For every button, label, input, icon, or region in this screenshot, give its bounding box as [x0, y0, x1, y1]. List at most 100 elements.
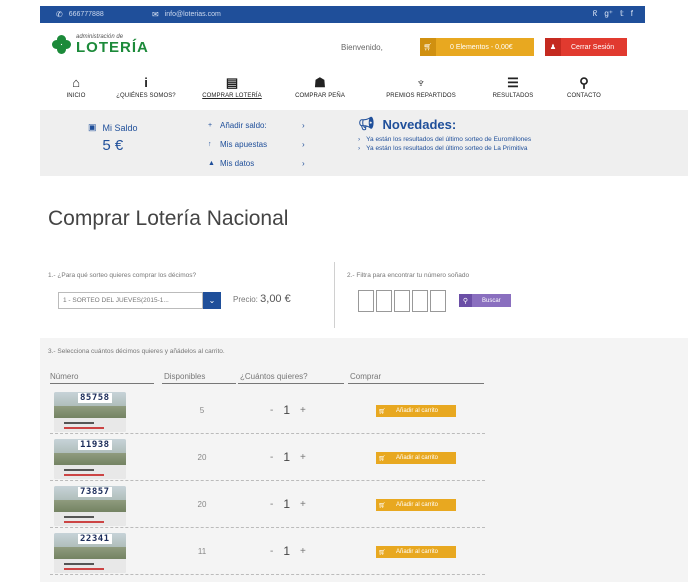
- minus-button[interactable]: -: [270, 405, 273, 416]
- nav-item-quienes-somos[interactable]: i ¿QUIÉNES SOMOS?: [108, 74, 184, 99]
- row-divider: [50, 574, 485, 575]
- digit-input[interactable]: [430, 290, 446, 312]
- list-icon: ☰: [507, 75, 519, 90]
- nav-item-comprar-pena[interactable]: ☗ COMPRAR PEÑA: [286, 74, 354, 99]
- facebook-icon[interactable]: f: [631, 9, 633, 19]
- plus-button[interactable]: +: [300, 546, 306, 557]
- digit-input[interactable]: [376, 290, 392, 312]
- arrow-up-icon: ↑: [208, 141, 212, 148]
- minus-button[interactable]: -: [270, 452, 273, 463]
- ticket-icon: ▤: [225, 75, 239, 90]
- logout-label: Cerrar Sesión: [571, 43, 615, 51]
- number-filter: [358, 290, 446, 312]
- search-label: Buscar: [482, 297, 501, 304]
- email-address: info@loterias.com: [164, 11, 221, 18]
- nav-item-inicio[interactable]: ⌂ INICIO: [58, 74, 94, 99]
- news-item[interactable]: › Ya están los resultados del último sor…: [358, 145, 531, 152]
- menu-item-mis-apuestas[interactable]: ↑ Mis apuestas ›: [208, 135, 305, 154]
- nav-label: COMPRAR LOTERÍA: [202, 93, 262, 99]
- news-item[interactable]: › Ya están los resultados del último sor…: [358, 136, 531, 143]
- add-label: Añadir al carrito: [396, 502, 439, 508]
- quantity-value: 1: [283, 497, 291, 511]
- nav-item-contacto[interactable]: ⚲ CONTACTO: [561, 74, 607, 99]
- search-button[interactable]: ⚲ Buscar: [459, 294, 511, 307]
- trophy-icon: ♆: [416, 75, 426, 90]
- clover-icon: [52, 34, 72, 55]
- header-underline: [238, 383, 344, 384]
- plus-button[interactable]: +: [300, 499, 306, 510]
- cart-button[interactable]: 🛒︎ 0 Elementos - 0,00€: [420, 38, 534, 56]
- chevron-right-icon: ›: [302, 121, 305, 130]
- top-bar: ✆ 666777888 ✉ info@loterias.com ᖇ g⁺ 𝕥 f: [40, 6, 645, 23]
- table-row: 11938 20 - 1 + 🛒︎ Añadir al carrito: [40, 435, 688, 481]
- phone-contact[interactable]: ✆ 666777888: [56, 10, 104, 19]
- nav-item-comprar-loteria[interactable]: ▤ COMPRAR LOTERÍA: [194, 74, 270, 99]
- table-row: 73857 20 - 1 + 🛒︎ Añadir al carrito: [40, 482, 688, 528]
- header-underline: [348, 383, 484, 384]
- price-label: Precio:: [233, 295, 258, 304]
- quantity-value: 1: [283, 544, 291, 558]
- account-band: ▣ Mi Saldo 5 € + Añadir saldo: › ↑ Mis a…: [40, 110, 688, 176]
- plus-button[interactable]: +: [300, 405, 306, 416]
- menu-item-label: Mis apuestas: [220, 140, 268, 149]
- user-icon: ♟: [545, 38, 561, 56]
- cart-icon: 🛒︎: [420, 38, 436, 56]
- chevron-down-icon[interactable]: ⌄: [203, 292, 221, 309]
- chevron-right-icon: ›: [302, 159, 305, 168]
- chevron-right-icon: ›: [358, 136, 361, 143]
- minus-button[interactable]: -: [270, 546, 273, 557]
- add-to-cart-button[interactable]: 🛒︎ Añadir al carrito: [376, 546, 456, 558]
- news-panel: 📢︎ Novedades: › Ya están los resultados …: [358, 116, 531, 152]
- table-row: 22341 11 - 1 + 🛒︎ Añadir al carrito: [40, 529, 688, 575]
- digit-input[interactable]: [358, 290, 374, 312]
- quantity-value: 1: [283, 450, 291, 464]
- quantity-stepper: - 1 +: [270, 450, 306, 464]
- add-to-cart-button[interactable]: 🛒︎ Añadir al carrito: [376, 452, 456, 464]
- rss-icon[interactable]: ᖇ: [593, 9, 598, 19]
- add-label: Añadir al carrito: [396, 455, 439, 461]
- twitter-icon[interactable]: 𝕥: [620, 9, 624, 19]
- menu-item-mis-datos[interactable]: ▲ Mis datos ›: [208, 154, 305, 173]
- phone-number: 666777888: [68, 11, 104, 18]
- price-value: 3,00 €: [260, 293, 291, 305]
- google-plus-icon[interactable]: g⁺: [604, 9, 613, 19]
- menu-item-anadir-saldo[interactable]: + Añadir saldo: ›: [208, 116, 305, 135]
- row-divider: [50, 527, 485, 528]
- minus-button[interactable]: -: [270, 499, 273, 510]
- chevron-right-icon: ›: [302, 140, 305, 149]
- draw-select[interactable]: 1 - SORTEO DEL JUEVES(2015-1...: [58, 292, 203, 309]
- email-contact[interactable]: ✉ info@loterias.com: [152, 10, 221, 19]
- info-icon: i: [144, 75, 148, 90]
- nav-label: PREMIOS REPARTIDOS: [386, 93, 456, 99]
- news-text: Ya están los resultados del último sorte…: [366, 136, 532, 143]
- add-to-cart-button[interactable]: 🛒︎ Añadir al carrito: [376, 405, 456, 417]
- add-label: Añadir al carrito: [396, 408, 439, 414]
- quantity-stepper: - 1 +: [270, 544, 306, 558]
- logout-button[interactable]: ♟ Cerrar Sesión: [545, 38, 627, 56]
- digit-input[interactable]: [412, 290, 428, 312]
- ticket-number: 73857: [78, 487, 112, 497]
- ticket-number: 85758: [78, 393, 112, 403]
- add-to-cart-button[interactable]: 🛒︎ Añadir al carrito: [376, 499, 456, 511]
- plus-button[interactable]: +: [300, 452, 306, 463]
- nav-item-resultados[interactable]: ☰ RESULTADOS: [487, 74, 539, 99]
- balance-label: Mi Saldo: [102, 122, 138, 133]
- user-icon: ▲: [208, 160, 215, 167]
- available-count: 11: [197, 547, 207, 556]
- cart-icon: 🛒︎: [378, 549, 386, 556]
- nav-label: COMPRAR PEÑA: [295, 93, 345, 99]
- available-count: 5: [199, 406, 205, 415]
- nav-item-premios[interactable]: ♆ PREMIOS REPARTIDOS: [378, 74, 464, 99]
- quantity-value: 1: [283, 403, 291, 417]
- row-divider: [50, 433, 485, 434]
- ticket-number: 11938: [78, 440, 112, 450]
- site-logo[interactable]: administración de LOTERÍA: [52, 34, 149, 55]
- digit-input[interactable]: [394, 290, 410, 312]
- menu-item-label: Añadir saldo:: [220, 121, 267, 130]
- account-menu: + Añadir saldo: › ↑ Mis apuestas › ▲ Mis…: [208, 116, 305, 173]
- nav-label: RESULTADOS: [492, 93, 534, 99]
- ticket-image: 11938: [54, 439, 126, 479]
- step3-label: 3.- Selecciona cuántos décimos quieres y…: [48, 348, 225, 355]
- header-comprar: Comprar: [350, 372, 382, 381]
- price-display: Precio: 3,00 €: [233, 293, 291, 305]
